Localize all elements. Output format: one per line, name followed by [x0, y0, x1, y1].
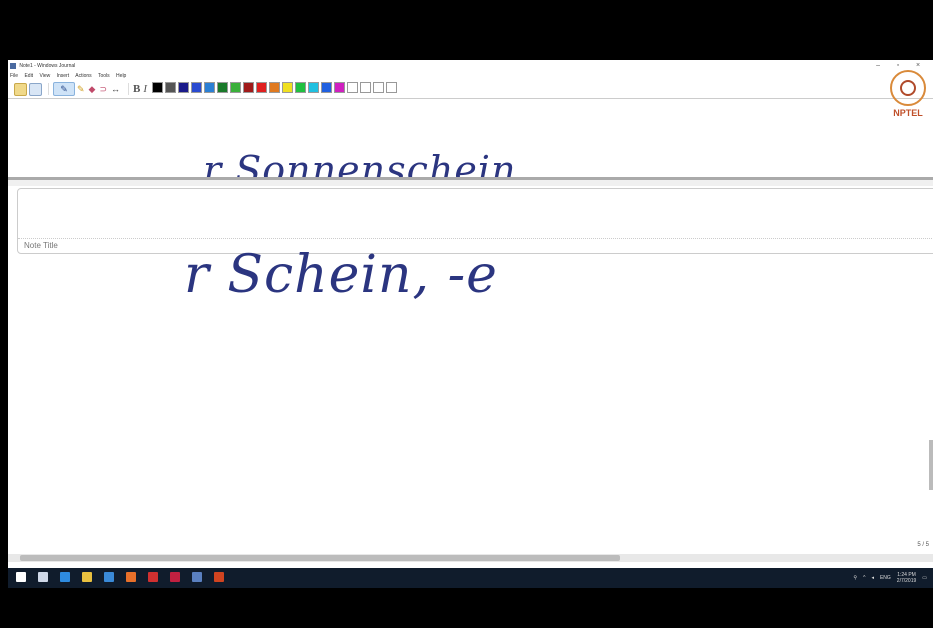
- clock-date: 2/7/2019: [896, 578, 917, 584]
- color-swatch[interactable]: [165, 82, 177, 93]
- minimize-button[interactable]: –: [869, 60, 887, 72]
- page-indicator: 5 / 5: [917, 542, 929, 548]
- system-tray: ⚲ ^ ◂ ENG 1:24 PM 2/7/2019 ▭: [847, 570, 927, 586]
- scrollbar-thumb[interactable]: [20, 555, 620, 561]
- color-swatch[interactable]: [373, 82, 385, 93]
- menu-file[interactable]: File: [10, 73, 18, 79]
- journal-app-icon: [10, 63, 16, 69]
- previous-page-area[interactable]: r Sonnenschein: [8, 98, 933, 192]
- menu-insert[interactable]: Insert: [57, 73, 70, 79]
- color-swatch[interactable]: [282, 82, 294, 93]
- menu-actions[interactable]: Actions: [75, 73, 91, 79]
- tray-chevron-icon[interactable]: ^: [863, 575, 865, 581]
- file-explorer-icon[interactable]: [82, 572, 92, 582]
- color-swatch[interactable]: [269, 82, 281, 93]
- media-icon[interactable]: [104, 572, 114, 582]
- color-swatch[interactable]: [386, 82, 398, 93]
- page-gap: [8, 180, 933, 186]
- nptel-logo: NPTEL: [888, 70, 928, 125]
- color-swatch[interactable]: [217, 82, 229, 93]
- window-title: Note1 - Windows Journal: [19, 63, 76, 69]
- menu-help[interactable]: Help: [116, 73, 126, 79]
- menu-bar: File Edit View Insert Actions Tools Help: [10, 72, 131, 80]
- italic-button[interactable]: I: [143, 83, 147, 95]
- powerpoint-icon[interactable]: [214, 572, 224, 582]
- color-swatch[interactable]: [334, 82, 346, 93]
- color-swatch[interactable]: [152, 82, 164, 93]
- taskbar-icons: [8, 569, 228, 587]
- toolbar-separator: [128, 83, 130, 95]
- vertical-scrollbar[interactable]: [929, 440, 933, 490]
- open-icon[interactable]: [29, 82, 42, 96]
- toolbar-separator: [48, 83, 49, 95]
- onenote-icon[interactable]: [170, 572, 180, 582]
- clock[interactable]: 1:24 PM 2/7/2019: [897, 572, 916, 584]
- people-icon[interactable]: ⚲: [853, 575, 857, 581]
- color-swatch[interactable]: [243, 82, 255, 93]
- nptel-logo-text: NPTEL: [893, 108, 923, 118]
- color-swatch[interactable]: [308, 82, 320, 93]
- color-swatch[interactable]: [256, 82, 268, 93]
- task-view-icon[interactable]: [38, 572, 48, 582]
- menu-tools[interactable]: Tools: [98, 73, 110, 79]
- menu-edit[interactable]: Edit: [24, 73, 33, 79]
- toolbar: ✎ ✎ ◆ ⊃ ↔ B I: [8, 80, 933, 99]
- notifications-icon[interactable]: ▭: [922, 575, 927, 581]
- horizontal-scrollbar[interactable]: [8, 554, 933, 562]
- journal-icon[interactable]: [192, 572, 202, 582]
- bold-button[interactable]: B: [133, 83, 140, 95]
- language-indicator[interactable]: ENG: [880, 575, 891, 581]
- pen-tool-icon[interactable]: ✎: [53, 82, 75, 96]
- menu-view[interactable]: View: [39, 73, 50, 79]
- note-title-label: Note Title: [24, 241, 58, 250]
- app-red-icon[interactable]: [148, 572, 158, 582]
- nptel-seal-icon: [890, 70, 926, 106]
- color-palette: [152, 80, 399, 98]
- edge-icon[interactable]: [60, 572, 70, 582]
- color-swatch[interactable]: [230, 82, 242, 93]
- color-swatch[interactable]: [295, 82, 307, 93]
- color-swatch[interactable]: [191, 82, 203, 93]
- color-swatch[interactable]: [347, 82, 359, 93]
- firefox-icon[interactable]: [126, 572, 136, 582]
- color-swatch[interactable]: [360, 82, 372, 93]
- journal-window: Note1 - Windows Journal – ▫ × File Edit …: [8, 60, 933, 568]
- title-rule: [18, 238, 933, 239]
- color-swatch[interactable]: [178, 82, 190, 93]
- color-swatch[interactable]: [321, 82, 333, 93]
- start-icon[interactable]: [16, 572, 26, 582]
- handwriting-schein: r Schein, -e: [184, 245, 498, 305]
- insert-space-icon[interactable]: ↔: [111, 84, 120, 94]
- new-note-icon[interactable]: [14, 82, 27, 96]
- color-swatch[interactable]: [204, 82, 216, 93]
- taskbar: ⚲ ^ ◂ ENG 1:24 PM 2/7/2019 ▭: [8, 568, 933, 588]
- lasso-select-icon[interactable]: ⊃: [99, 84, 107, 95]
- highlighter-icon[interactable]: ✎: [77, 84, 85, 95]
- eraser-icon[interactable]: ◆: [89, 84, 96, 95]
- volume-icon[interactable]: ◂: [871, 575, 874, 581]
- title-bar: Note1 - Windows Journal – ▫ ×: [8, 60, 933, 72]
